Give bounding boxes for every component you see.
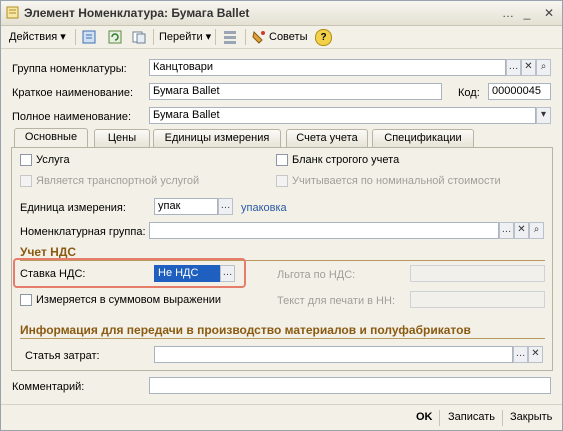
cost-item-field[interactable] bbox=[154, 346, 513, 363]
dropdown-icon[interactable]: ▾ bbox=[536, 107, 551, 124]
close-button[interactable]: Закрыть bbox=[510, 411, 552, 423]
select-button[interactable]: … bbox=[499, 222, 514, 239]
sum-checkbox[interactable] bbox=[20, 294, 32, 306]
tab-prices[interactable]: Цены bbox=[94, 129, 150, 147]
goto-menu[interactable]: Перейти ▾ bbox=[159, 28, 211, 46]
cost-item-label: Статья затрат: bbox=[25, 350, 100, 362]
full-name-field[interactable]: Бумага Ballet bbox=[149, 107, 536, 124]
short-name-field[interactable]: Бумага Ballet bbox=[149, 83, 442, 100]
nomen-group-field[interactable] bbox=[149, 222, 499, 239]
vat-rate-label: Ставка НДС: bbox=[20, 268, 86, 280]
unit-select-button[interactable]: … bbox=[218, 198, 233, 215]
vat-benefit-label: Льгота по НДС: bbox=[277, 269, 356, 281]
strict-blank-checkbox[interactable] bbox=[276, 154, 288, 166]
nominal-label: Учитывается по номинальной стоимости bbox=[292, 175, 501, 187]
clear-icon[interactable]: ✕ bbox=[528, 346, 543, 363]
print-text-label: Текст для печати в НН: bbox=[277, 295, 395, 307]
menu-icon[interactable]: … bbox=[500, 5, 516, 21]
minimize-icon[interactable]: _ bbox=[519, 5, 535, 21]
nominal-checkbox bbox=[276, 175, 288, 187]
unit-field[interactable]: упак bbox=[154, 198, 218, 215]
save-button[interactable]: Записать bbox=[448, 411, 495, 423]
save-doc-icon[interactable] bbox=[81, 29, 97, 45]
clear-icon[interactable]: ✕ bbox=[521, 59, 536, 76]
ok-button[interactable]: OK bbox=[416, 411, 433, 423]
unit-link[interactable]: упаковка bbox=[241, 202, 287, 214]
help-icon[interactable]: ? bbox=[315, 29, 332, 46]
separator bbox=[502, 410, 503, 426]
tab-main[interactable]: Основные bbox=[14, 128, 88, 148]
vat-rate-field[interactable]: Не НДС bbox=[154, 265, 220, 282]
full-name-label: Полное наименование: bbox=[12, 111, 132, 123]
vat-section-title: Учет НДС bbox=[20, 245, 77, 259]
service-checkbox[interactable] bbox=[20, 154, 32, 166]
search-icon[interactable]: ⌕ bbox=[536, 59, 551, 76]
comment-label: Комментарий: bbox=[12, 381, 85, 393]
code-label: Код: bbox=[458, 87, 480, 99]
group-label: Группа номенклатуры: bbox=[12, 63, 127, 75]
refresh-icon[interactable] bbox=[107, 29, 123, 45]
vat-select-button[interactable]: … bbox=[220, 265, 235, 282]
group-field[interactable]: Канцтовари bbox=[149, 59, 506, 76]
sum-label: Измеряется в суммовом выражении bbox=[36, 294, 222, 306]
document-icon bbox=[6, 6, 19, 19]
service-label: Услуга bbox=[36, 154, 70, 166]
clear-icon[interactable]: ✕ bbox=[514, 222, 529, 239]
select-button[interactable]: … bbox=[506, 59, 521, 76]
comment-field[interactable] bbox=[149, 377, 551, 394]
transport-checkbox bbox=[20, 175, 32, 187]
section-divider bbox=[20, 338, 545, 339]
window-title: Элемент Номенклатура: Бумага Ballet bbox=[24, 6, 250, 20]
separator bbox=[245, 29, 246, 45]
list-icon[interactable] bbox=[222, 29, 238, 45]
tips-button[interactable]: Советы bbox=[269, 28, 307, 46]
bottom-bar: OK Записать Закрыть bbox=[1, 404, 562, 431]
actions-menu[interactable]: Действия ▾ bbox=[9, 28, 66, 46]
toolbar: Действия ▾ Перейти ▾ Советы ? bbox=[1, 26, 562, 49]
strict-blank-label: Бланк строгого учета bbox=[292, 154, 400, 166]
transport-label: Является транспортной услугой bbox=[36, 175, 200, 187]
unit-label: Единица измерения: bbox=[20, 202, 126, 214]
tab-accounts[interactable]: Счета учета bbox=[286, 129, 368, 147]
vat-benefit-field bbox=[410, 265, 545, 282]
separator bbox=[439, 410, 440, 426]
window: Элемент Номенклатура: Бумага Ballet … _ … bbox=[0, 0, 563, 431]
search-icon[interactable]: ⌕ bbox=[529, 222, 544, 239]
tab-specifications[interactable]: Спецификации bbox=[372, 129, 474, 147]
tab-units[interactable]: Единицы измерения bbox=[153, 129, 281, 147]
copy-icon[interactable] bbox=[131, 29, 147, 45]
separator bbox=[75, 29, 76, 45]
nomen-group-label: Номенклатурная группа: bbox=[20, 226, 146, 238]
print-text-field bbox=[410, 291, 545, 308]
tips-icon bbox=[252, 30, 265, 44]
close-icon[interactable]: ✕ bbox=[541, 5, 557, 21]
code-field[interactable]: 00000045 bbox=[488, 83, 551, 100]
title-bar: Элемент Номенклатура: Бумага Ballet … _ … bbox=[1, 1, 562, 26]
production-section-title: Информация для передачи в производство м… bbox=[20, 323, 471, 337]
separator bbox=[153, 29, 154, 45]
select-button[interactable]: … bbox=[513, 346, 528, 363]
short-name-label: Краткое наименование: bbox=[12, 87, 134, 99]
separator bbox=[215, 29, 216, 45]
